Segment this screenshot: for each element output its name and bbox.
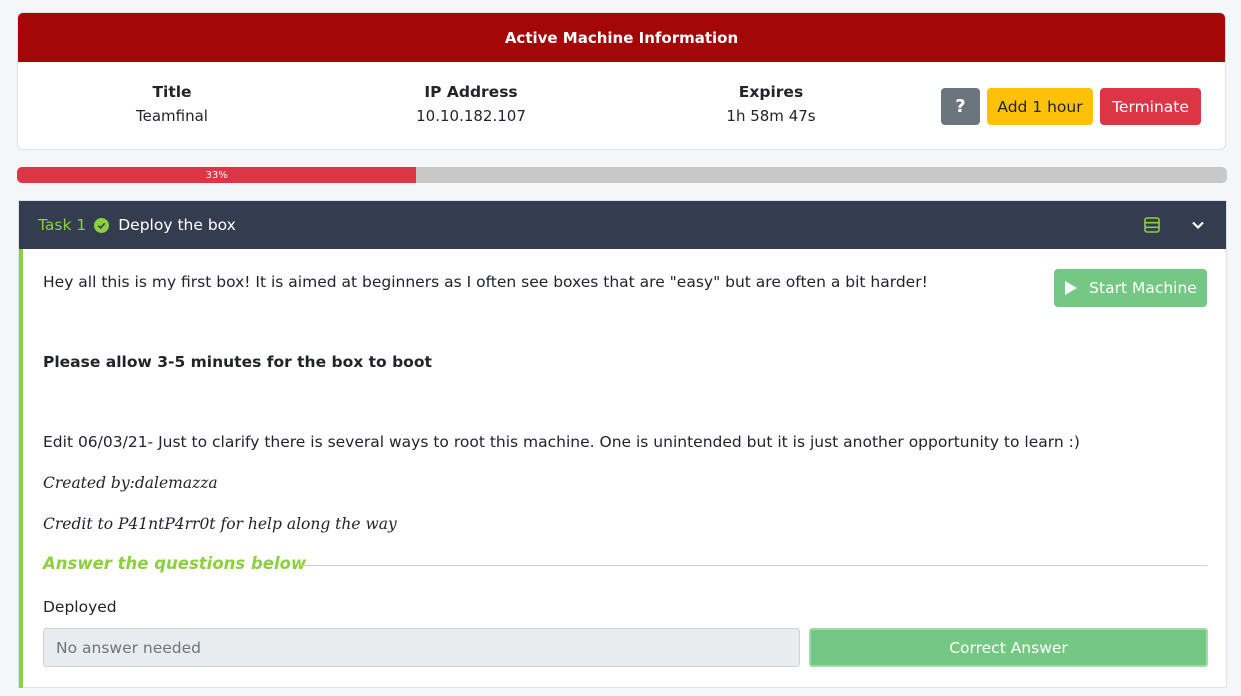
task-body: Hey all this is my first box! It is aime…	[19, 249, 1226, 688]
task-progress-bar: 33%	[17, 167, 1227, 183]
play-icon	[1065, 281, 1078, 295]
title-value: Teamfinal	[136, 107, 208, 125]
ip-label: IP Address	[424, 83, 518, 101]
expires-info: Expires 1h 58m 47s	[661, 83, 881, 125]
task-number: Task 1	[38, 216, 87, 234]
title-info: Title Teamfinal	[62, 83, 282, 125]
terminate-button[interactable]: Terminate	[1100, 88, 1201, 125]
boot-notice: Please allow 3-5 minutes for the box to …	[43, 353, 432, 371]
start-machine-label: Start Machine	[1089, 279, 1197, 297]
expires-value: 1h 58m 47s	[726, 107, 816, 125]
check-circle-icon	[94, 217, 110, 233]
add-hour-button[interactable]: Add 1 hour	[987, 88, 1093, 125]
correct-answer-button[interactable]: Correct Answer	[809, 628, 1208, 667]
title-label: Title	[152, 83, 192, 101]
active-machine-card: Active Machine Information Title Teamfin…	[17, 12, 1226, 150]
progress-fill: 33%	[17, 167, 417, 183]
answer-heading: Answer the questions below	[43, 554, 307, 573]
task-title: Deploy the box	[118, 216, 236, 234]
task-card: Task 1 Deploy the box Hey all this is my…	[18, 200, 1227, 688]
help-button[interactable]: ?	[941, 88, 980, 125]
task-description: Hey all this is my first box! It is aime…	[43, 273, 928, 291]
answer-input[interactable]: No answer needed	[43, 628, 800, 667]
task-header[interactable]: Task 1 Deploy the box	[19, 201, 1226, 249]
tasklist-icon[interactable]	[1144, 217, 1160, 237]
created-by: Created by:dalemazza	[43, 474, 218, 492]
expires-label: Expires	[738, 83, 804, 101]
ip-info: IP Address 10.10.182.107	[361, 83, 581, 125]
machine-header: Active Machine Information	[18, 13, 1225, 62]
question-label: Deployed	[43, 598, 117, 616]
start-machine-button[interactable]: Start Machine	[1054, 269, 1207, 307]
credit-note: Credit to P41ntP4rr0t for help along the…	[43, 515, 397, 533]
chevron-down-icon[interactable]	[1191, 217, 1205, 236]
divider	[301, 565, 1207, 566]
ip-value[interactable]: 10.10.182.107	[361, 107, 581, 125]
edit-note: Edit 06/03/21- Just to clarify there is …	[43, 433, 1080, 451]
